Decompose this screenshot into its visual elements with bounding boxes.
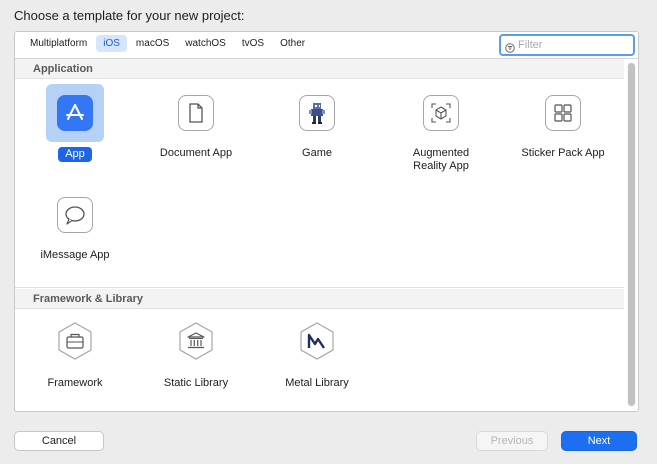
metal-m-icon [297, 321, 337, 366]
template-panel: Multiplatform iOS macOS watchOS tvOS Oth… [14, 31, 639, 412]
template-app[interactable]: App [15, 84, 135, 162]
template-label: App [58, 147, 92, 162]
template-app-icon-box[interactable] [46, 84, 104, 142]
library-building-icon [176, 321, 216, 366]
tab-multiplatform[interactable]: Multiplatform [23, 35, 94, 52]
filter-icon [505, 40, 515, 53]
tab-other[interactable]: Other [273, 35, 312, 52]
platform-tab-bar: Multiplatform iOS macOS watchOS tvOS Oth… [15, 32, 638, 59]
template-label: Framework [47, 377, 103, 389]
template-label: Static Library [163, 377, 229, 389]
template-framework[interactable]: Framework [15, 314, 135, 390]
template-label: iMessage App [40, 249, 110, 261]
previous-button[interactable]: Previous [476, 431, 548, 451]
template-static-library[interactable]: Static Library [136, 314, 256, 390]
section-header-application: Application [15, 59, 624, 79]
template-metal-library-icon-box[interactable] [288, 314, 346, 372]
template-metal-library[interactable]: Metal Library [257, 314, 377, 390]
section-header-framework-library: Framework & Library [15, 289, 624, 309]
template-label: Metal Library [285, 377, 349, 389]
next-button[interactable]: Next [561, 431, 637, 451]
template-document-app[interactable]: Document App [136, 84, 256, 160]
tab-watchos[interactable]: watchOS [178, 35, 233, 52]
cancel-button[interactable]: Cancel [14, 431, 104, 451]
sticker-grid-icon [545, 95, 581, 131]
filter-input[interactable] [518, 39, 618, 51]
tab-macos[interactable]: macOS [129, 35, 176, 52]
template-label: Sticker Pack App [521, 147, 605, 159]
template-document-app-icon-box[interactable] [167, 84, 225, 142]
template-label: Document App [159, 147, 233, 159]
document-icon [178, 95, 214, 131]
game-sprite-icon [299, 95, 335, 131]
template-sticker-pack-app[interactable]: Sticker Pack App [503, 84, 623, 160]
vertical-scrollbar[interactable] [627, 62, 636, 407]
template-imessage-icon-box[interactable] [46, 186, 104, 244]
template-framework-icon-box[interactable] [46, 314, 104, 372]
template-imessage-app[interactable]: iMessage App [15, 186, 135, 262]
template-sticker-pack-icon-box[interactable] [534, 84, 592, 142]
template-static-library-icon-box[interactable] [167, 314, 225, 372]
app-store-a-icon [57, 95, 93, 131]
template-ar-app-icon-box[interactable] [412, 84, 470, 142]
section-divider [15, 287, 624, 288]
template-label: Augmented Reality App [381, 147, 501, 173]
template-label-line: Augmented [412, 147, 470, 159]
ar-cube-icon [423, 95, 459, 131]
scrollbar-thumb[interactable] [628, 63, 635, 406]
filter-field[interactable] [499, 34, 635, 56]
speech-bubble-icon [57, 197, 93, 233]
template-label-line: Reality App [413, 160, 469, 172]
template-game[interactable]: Game [257, 84, 377, 160]
template-augmented-reality-app[interactable]: Augmented Reality App [381, 84, 501, 173]
dialog-title: Choose a template for your new project: [14, 8, 245, 23]
toolbox-hexagon-icon [55, 321, 95, 366]
template-label: Game [302, 147, 332, 159]
tab-tvos[interactable]: tvOS [235, 35, 271, 52]
platform-tabs: Multiplatform iOS macOS watchOS tvOS Oth… [23, 35, 312, 52]
template-game-icon-box[interactable] [288, 84, 346, 142]
tab-ios[interactable]: iOS [96, 35, 127, 52]
